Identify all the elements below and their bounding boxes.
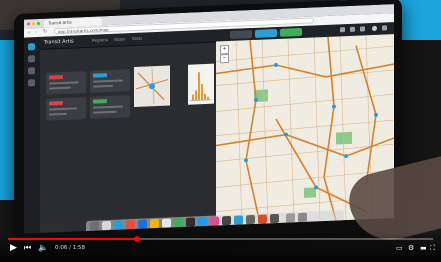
progress-scrubber[interactable] bbox=[134, 236, 140, 242]
finder-icon[interactable] bbox=[90, 221, 99, 231]
terminal-icon[interactable] bbox=[186, 217, 195, 227]
menu-icon[interactable] bbox=[382, 25, 387, 31]
route-detail-line bbox=[93, 84, 113, 88]
route-tag bbox=[49, 100, 63, 106]
twitter-icon[interactable] bbox=[198, 216, 207, 227]
app-brand[interactable]: Transit Artis bbox=[44, 38, 74, 47]
header-action-button-2[interactable] bbox=[255, 28, 277, 38]
launchpad-icon[interactable] bbox=[102, 220, 111, 231]
preview-icon[interactable] bbox=[246, 214, 255, 225]
mini-map-thumbnail[interactable] bbox=[134, 65, 170, 107]
chrome-icon[interactable] bbox=[126, 219, 135, 230]
route-detail-line bbox=[93, 79, 123, 83]
video-time: 0:06 / 1:58 bbox=[55, 245, 86, 251]
slack-icon[interactable] bbox=[258, 214, 267, 224]
route-detail-line bbox=[93, 110, 117, 114]
minimize-window-icon[interactable] bbox=[32, 22, 35, 26]
laptop: Transit Artis ‹ › ↻ app.transitartis.com… bbox=[14, 0, 402, 247]
trash-icon[interactable] bbox=[298, 212, 307, 223]
header-action-button-1[interactable] bbox=[230, 30, 252, 39]
header-action-button-3[interactable] bbox=[280, 27, 302, 37]
route-detail-line bbox=[49, 86, 71, 90]
route-detail-line bbox=[93, 105, 123, 109]
route-detail-line bbox=[49, 112, 67, 116]
laptop-screen: Transit Artis ‹ › ↻ app.transitartis.com… bbox=[24, 4, 394, 234]
notifications-icon[interactable] bbox=[340, 27, 345, 33]
play-icon[interactable]: ▶ bbox=[10, 242, 17, 254]
sidebar-map-icon[interactable] bbox=[28, 55, 35, 63]
subtitles-icon[interactable]: ▭ bbox=[396, 242, 403, 254]
sidebar-settings-icon[interactable] bbox=[28, 79, 35, 87]
progress-played bbox=[8, 238, 138, 240]
sidebar-stats-icon[interactable] bbox=[28, 67, 35, 75]
route-card[interactable] bbox=[90, 69, 130, 93]
route-detail-line bbox=[49, 107, 77, 111]
zoom-out-button[interactable]: − bbox=[220, 53, 229, 64]
histogram-card[interactable] bbox=[188, 63, 214, 105]
route-card[interactable] bbox=[46, 70, 86, 95]
close-window-icon[interactable] bbox=[27, 22, 30, 26]
music-icon[interactable] bbox=[210, 216, 219, 226]
mail-icon[interactable] bbox=[234, 215, 243, 225]
app-sidebar bbox=[24, 36, 40, 234]
route-card[interactable] bbox=[90, 95, 130, 119]
nav-link-stops[interactable]: Stops bbox=[114, 35, 125, 43]
theater-mode-icon[interactable]: ▬ bbox=[420, 242, 427, 254]
calendar-icon[interactable] bbox=[162, 218, 171, 228]
route-tag bbox=[93, 73, 107, 78]
app-store-icon[interactable] bbox=[138, 219, 147, 229]
sidebar-home-icon[interactable] bbox=[28, 43, 35, 51]
messages-icon[interactable] bbox=[174, 217, 183, 228]
gear-icon[interactable] bbox=[350, 26, 355, 32]
forward-arrow-icon[interactable]: › bbox=[35, 29, 37, 36]
route-tag bbox=[49, 74, 63, 80]
histogram-graphic bbox=[190, 72, 212, 101]
nav-link-regions[interactable]: Regions bbox=[92, 36, 108, 45]
route-tag bbox=[93, 99, 107, 104]
previous-icon[interactable]: ⏮ bbox=[24, 242, 31, 254]
notes-icon[interactable] bbox=[270, 213, 279, 224]
maximize-window-icon[interactable] bbox=[37, 21, 40, 26]
route-card[interactable] bbox=[46, 96, 86, 121]
share-icon[interactable] bbox=[360, 26, 365, 32]
fullscreen-icon[interactable]: ⛶ bbox=[430, 242, 435, 254]
reload-icon[interactable]: ↻ bbox=[43, 29, 47, 36]
avatar[interactable] bbox=[372, 25, 377, 31]
route-detail-line bbox=[49, 81, 79, 85]
nav-link-stats[interactable]: Stats bbox=[132, 35, 142, 43]
safari-icon[interactable] bbox=[114, 220, 123, 230]
settings-icon[interactable] bbox=[222, 215, 231, 226]
mini-map-graphic bbox=[135, 68, 169, 105]
downloads-icon[interactable] bbox=[286, 213, 295, 223]
analysis-panel bbox=[42, 43, 216, 221]
zoom-in-button[interactable]: + bbox=[220, 44, 229, 55]
photos-icon[interactable] bbox=[150, 218, 159, 229]
volume-icon[interactable]: 🔈 bbox=[38, 242, 48, 254]
back-arrow-icon[interactable]: ‹ bbox=[28, 29, 30, 36]
gear-icon[interactable]: ⚙ bbox=[408, 242, 414, 254]
